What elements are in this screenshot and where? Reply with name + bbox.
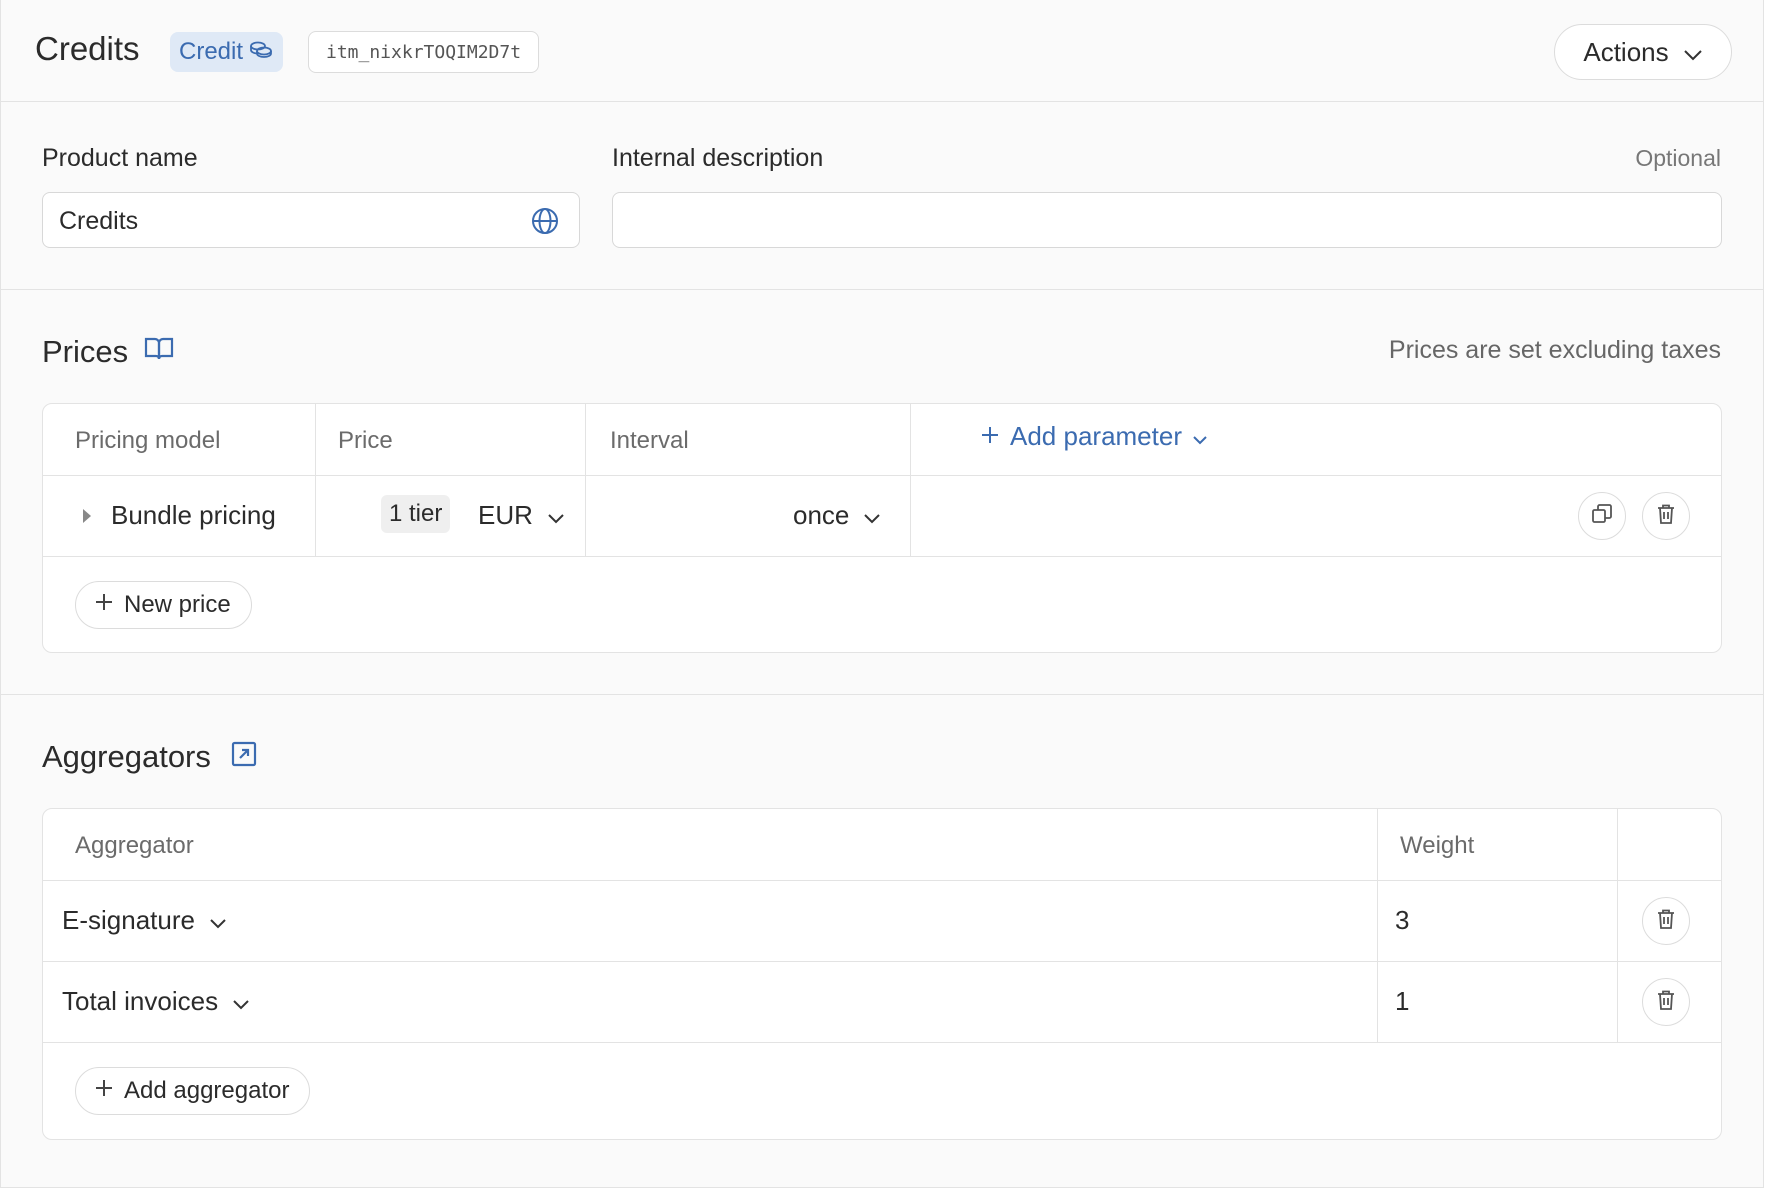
aggregator-value: E-signature [62, 905, 195, 935]
trash-icon [1656, 989, 1676, 1016]
trash-icon [1656, 503, 1676, 530]
delete-aggregator-button[interactable] [1642, 897, 1690, 945]
plus-icon [980, 421, 1000, 452]
add-aggregator-button[interactable]: Add aggregator [75, 1067, 311, 1115]
coins-icon [249, 38, 273, 66]
interval-value: once [793, 500, 850, 530]
product-fields: Product name Internal description Option… [1, 102, 1763, 290]
actions-button[interactable]: Actions [1554, 24, 1732, 80]
add-parameter-button[interactable]: Add parameter [980, 421, 1208, 452]
plus-icon [94, 591, 114, 619]
row-divider [43, 556, 1721, 557]
aggregator-row: Total invoices 1 [43, 962, 1721, 1042]
row-divider [43, 1042, 1721, 1043]
prices-section: Prices Prices are set excluding taxes Pr… [1, 290, 1763, 695]
product-header: Credits Credit itm_nixkrTOQIM2D7t Action… [1, 0, 1763, 102]
add-parameter-label: Add parameter [1010, 421, 1182, 451]
column-header-aggregator: Aggregator [75, 832, 194, 859]
aggregator-row: E-signature 3 [43, 881, 1721, 961]
weight-value[interactable]: 1 [1395, 986, 1409, 1017]
caret-right-icon[interactable] [81, 507, 93, 530]
chevron-down-icon [232, 986, 250, 1017]
product-name-value: Credits [59, 207, 139, 235]
price-row: Bundle pricing 1 tier EUR once [43, 476, 1721, 556]
page-title: Credits [35, 30, 140, 67]
aggregators-title: Aggregators [42, 739, 211, 774]
prices-heading: Prices [42, 334, 174, 370]
currency-select[interactable]: EUR [478, 500, 565, 531]
new-price-button[interactable]: New price [75, 581, 252, 629]
duplicate-icon [1591, 503, 1613, 530]
chevron-down-icon [547, 500, 565, 531]
aggregator-select[interactable]: E-signature [62, 905, 227, 936]
pricing-model-value[interactable]: Bundle pricing [111, 500, 276, 531]
product-name-input[interactable]: Credits [42, 192, 580, 248]
column-header-pricing-model: Pricing model [75, 427, 221, 454]
tier-chip[interactable]: 1 tier [381, 495, 451, 533]
aggregator-select[interactable]: Total invoices [62, 986, 250, 1017]
external-link-icon[interactable] [231, 739, 257, 775]
column-header-interval: Interval [610, 427, 689, 454]
delete-aggregator-button[interactable] [1642, 978, 1690, 1026]
column-header-price: Price [338, 427, 393, 454]
column-header-weight: Weight [1400, 832, 1475, 859]
internal-description-label: Internal description [612, 144, 824, 172]
type-badge: Credit [170, 32, 284, 72]
optional-label: Optional [1635, 145, 1721, 171]
book-icon[interactable] [144, 334, 174, 370]
delete-price-button[interactable] [1642, 492, 1690, 540]
trash-icon [1656, 908, 1676, 935]
aggregator-value: Total invoices [62, 986, 219, 1016]
aggregators-table: Aggregator Weight E-signature 3 Total in… [42, 808, 1722, 1140]
actions-button-label: Actions [1583, 36, 1669, 67]
aggregators-section: Aggregators Aggregator Weight E-signatur… [1, 695, 1763, 1187]
chevron-down-icon [1683, 37, 1703, 68]
prices-tax-note: Prices are set excluding taxes [1388, 336, 1721, 364]
internal-description-input[interactable] [612, 192, 1722, 248]
plus-icon [94, 1077, 114, 1105]
new-price-label: New price [124, 591, 231, 618]
type-badge-label: Credit [179, 38, 244, 65]
duplicate-price-button[interactable] [1578, 492, 1626, 540]
product-panel: Credits Credit itm_nixkrTOQIM2D7t Action… [0, 0, 1764, 1188]
currency-value: EUR [478, 500, 533, 530]
chevron-down-icon [863, 500, 881, 531]
add-aggregator-label: Add aggregator [124, 1077, 290, 1104]
chevron-down-icon [1192, 421, 1208, 452]
product-name-label: Product name [42, 144, 198, 172]
prices-table: Pricing model Price Interval Add paramet… [42, 403, 1722, 653]
prices-title: Prices [42, 334, 129, 369]
interval-select[interactable]: once [793, 500, 881, 531]
weight-value[interactable]: 3 [1395, 905, 1409, 936]
aggregators-heading: Aggregators [42, 739, 257, 775]
globe-icon[interactable] [531, 207, 559, 240]
chevron-down-icon [209, 905, 227, 936]
scrollbar[interactable] [1764, 0, 1780, 1188]
item-id-chip[interactable]: itm_nixkrTOQIM2D7t [308, 31, 540, 73]
